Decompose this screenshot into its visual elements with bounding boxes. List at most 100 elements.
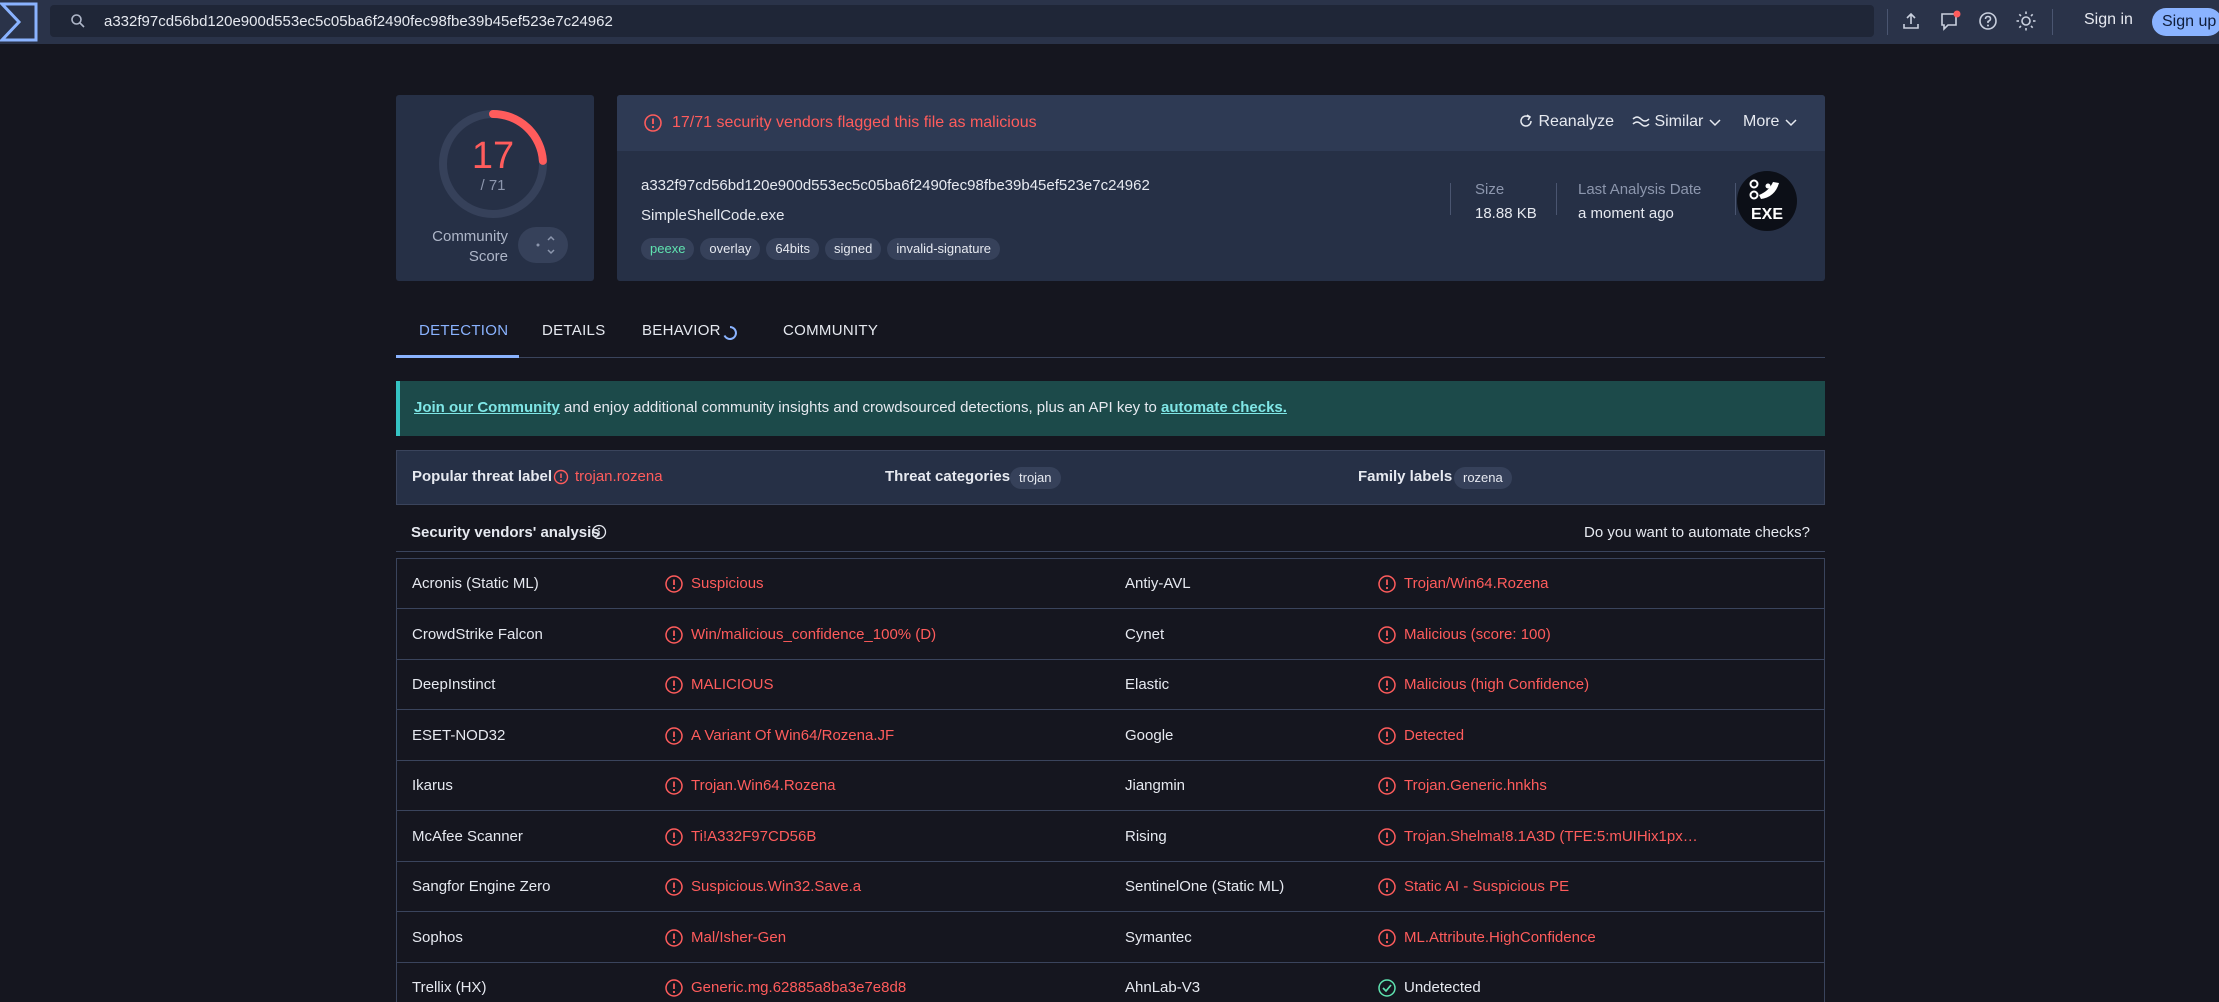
file-tag[interactable]: invalid-signature [887, 238, 1001, 260]
alert-circle-icon [664, 877, 684, 897]
chevron-down-icon [1709, 119, 1721, 127]
vendor-result: Generic.mg.62885a8ba3e7e8d8 [691, 979, 907, 996]
vendor-result: Malicious (high Confidence) [1404, 676, 1590, 693]
vendors-table: Acronis (Static ML) Suspicious Antiy-AVL Tr… [396, 558, 1825, 1002]
vendor-result: Mal/Isher-Gen [691, 928, 787, 946]
vendor-name: Antiy-AVL [1125, 575, 1191, 592]
info-icon[interactable] [591, 524, 607, 540]
automate-checks-link[interactable]: automate checks. [1161, 399, 1287, 416]
vendor-name: Jiangmin [1125, 777, 1186, 794]
file-tags: peexe overlay 64bits signed invalid-signatur… [641, 238, 1006, 260]
vendor-row: Sangfor Engine Zero Suspicious.Win32.Save… [397, 862, 1824, 912]
vendor-name: McAfee Scanner [412, 827, 523, 845]
vendor-result: Trojan.Win64.Rozena [691, 777, 836, 794]
vendor-result: Trojan.Generic.hnkhs [1404, 777, 1547, 794]
alert-circle-icon [1377, 625, 1397, 645]
last-analysis-label: Last Analysis Date [1578, 181, 1702, 198]
alert-circle-icon [1377, 574, 1397, 594]
exe-badge-text: EXE [1751, 206, 1783, 223]
alert-circle-icon [1377, 726, 1397, 746]
search-input[interactable] [104, 5, 1804, 37]
last-analysis-value: a moment ago [1578, 205, 1674, 222]
alert-circle-icon [664, 928, 684, 948]
similar-icon [1632, 116, 1650, 127]
community-score-toggle[interactable] [518, 227, 568, 263]
vendors-analysis-title: Security vendors' analysis [411, 524, 600, 541]
vendor-row: Acronis (Static ML) Suspicious Antiy-AVL Tr… [397, 559, 1824, 609]
threat-category-pill[interactable]: trojan [1010, 467, 1061, 489]
search-icon [71, 14, 85, 28]
file-info-panel: 17/71 security vendors flagged this file… [617, 95, 1825, 281]
vendor-name: Symantec [1125, 928, 1192, 946]
tab-behavior[interactable]: BEHAVIOR [642, 322, 721, 339]
alert-circle-icon [664, 827, 684, 847]
file-name: SimpleShellCode.exe [641, 207, 785, 224]
file-size-label: Size [1475, 181, 1505, 198]
automate-checks-prompt[interactable]: Do you want to automate checks? [1584, 524, 1810, 541]
vendor-result: Win/malicious_confidence_100% (D) [691, 625, 937, 643]
reanalyze-button[interactable]: Reanalyze [1518, 113, 1614, 131]
vendor-result: Ti!A332F97CD56B [691, 827, 817, 845]
vendor-name: Sophos [412, 928, 463, 946]
vendor-result: A Variant Of Win64/Rozena.JF [691, 726, 895, 744]
tab-details[interactable]: DETAILS [542, 322, 606, 339]
more-dropdown[interactable]: More [1743, 113, 1798, 131]
result-tabs: DETECTION DETAILS BEHAVIOR COMMUNITY [396, 310, 1825, 358]
file-tag[interactable]: peexe [641, 238, 695, 260]
threat-labels-bar: Popular threat label trojan.rozena Threa… [396, 450, 1825, 505]
help-icon[interactable] [1977, 10, 1999, 32]
alert-circle-icon [664, 726, 684, 746]
vendor-result: Static AI - Suspicious PE [1404, 878, 1570, 895]
tab-detection[interactable]: DETECTION [419, 322, 508, 339]
community-banner-text: Join our Community and enjoy additional … [414, 399, 1287, 416]
file-hash[interactable]: a332f97cd56bd120e900d553ec5c05ba6f2490fe… [641, 177, 1150, 194]
toolbar-divider [2052, 9, 2053, 35]
check-circle-icon [1377, 978, 1397, 998]
vendors-analysis-header: Security vendors' analysis Do you want t… [396, 513, 1825, 552]
similar-dropdown[interactable]: Similar [1632, 113, 1722, 131]
sign-in-link[interactable]: Sign in [2084, 11, 2133, 29]
file-tag[interactable]: signed [825, 238, 882, 260]
vendor-row: ESET-NOD32 A Variant Of Win64/Rozena.JF Go… [397, 711, 1824, 761]
sign-up-button[interactable]: Sign up [2152, 8, 2219, 36]
vendor-row: Trellix (HX) Generic.mg.62885a8ba3e7e8d8 A… [397, 963, 1824, 1002]
vote-arrows-icon [536, 235, 555, 255]
vendor-result: Malicious (score: 100) [1404, 625, 1551, 643]
vendor-result: ML.Attribute.HighConfidence [1404, 928, 1596, 946]
alert-circle-icon [1377, 776, 1397, 796]
theme-toggle-icon[interactable] [2015, 10, 2037, 32]
toolbar-divider [1887, 9, 1888, 35]
vendor-result: Suspicious.Win32.Save.a [691, 878, 862, 895]
refresh-icon [1520, 114, 1532, 127]
file-size-value: 18.88 KB [1475, 205, 1537, 222]
meta-divider [1556, 183, 1557, 215]
upload-icon[interactable] [1900, 10, 1922, 32]
join-community-link[interactable]: Join our Community [414, 399, 560, 416]
threat-categories-label: Threat categories [885, 468, 1011, 485]
vendor-row: McAfee Scanner Ti!A332F97CD56B Rising Troja… [397, 812, 1824, 862]
top-bar: Sign in Sign up [0, 0, 2219, 44]
notifications-icon[interactable] [1939, 10, 1961, 32]
search-bar[interactable] [50, 5, 1874, 37]
vendor-name: AhnLab-V3 [1125, 979, 1201, 996]
file-tag[interactable]: overlay [700, 238, 761, 260]
popular-threat-label: Popular threat label [412, 468, 553, 485]
community-score-label: Community Score [432, 228, 508, 265]
popular-threat-value[interactable]: trojan.rozena [575, 468, 663, 485]
community-banner: Join our Community and enjoy additional … [396, 381, 1825, 436]
vendor-result: Undetected [1404, 979, 1481, 996]
tab-community[interactable]: COMMUNITY [783, 322, 878, 339]
alert-circle-icon [664, 574, 684, 594]
vendor-row: CrowdStrike Falcon Win/malicious_confiden… [397, 610, 1824, 660]
meta-divider [1735, 183, 1736, 215]
file-tag[interactable]: 64bits [766, 238, 820, 260]
malicious-alert-bar: 17/71 security vendors flagged this file… [617, 95, 1825, 151]
alert-circle-icon [664, 776, 684, 796]
virustotal-logo-icon[interactable] [0, 0, 40, 44]
family-label-pill[interactable]: rozena [1454, 467, 1512, 489]
vendor-name: Rising [1125, 827, 1167, 845]
vendor-result: Trojan.Shelma!8.1A3D (TFE:5:mUIHix1px… [1404, 827, 1698, 845]
vendor-result: MALICIOUS [691, 676, 774, 693]
meta-divider [1450, 183, 1451, 215]
malicious-alert-text: 17/71 security vendors flagged this file… [672, 114, 1037, 131]
